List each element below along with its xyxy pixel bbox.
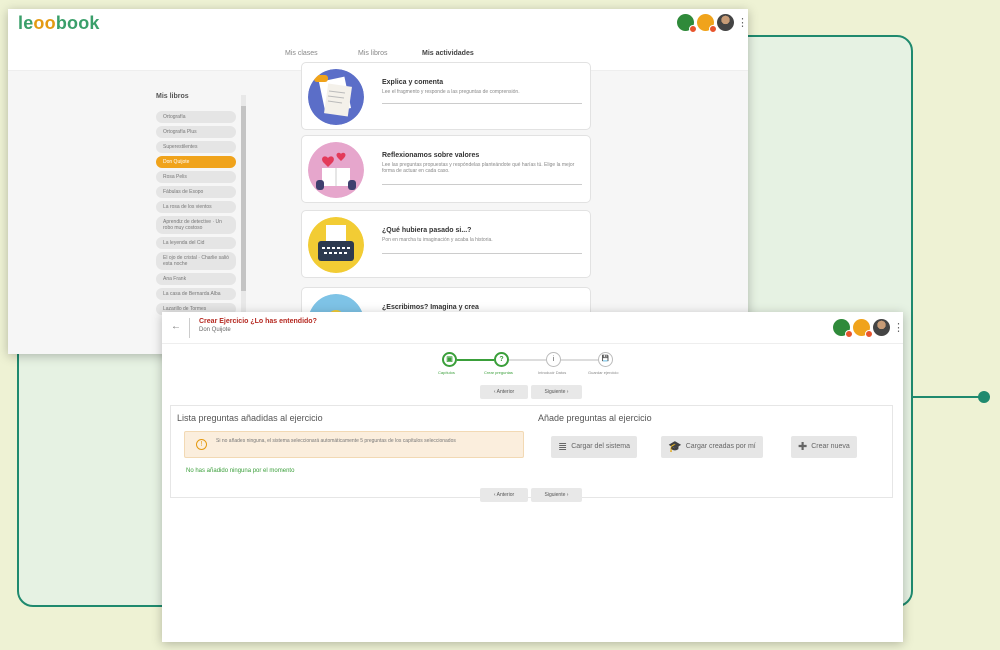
prev-button-bottom[interactable]: ‹ Anterior: [480, 488, 528, 502]
tab-mis-libros[interactable]: Mis libros: [358, 50, 388, 57]
book-item[interactable]: Fábulas de Esopo: [156, 186, 236, 198]
typewriter-illustration: [308, 217, 364, 273]
chevron-left-icon: ‹: [493, 389, 496, 395]
book-item[interactable]: Ana Frank: [156, 273, 236, 285]
activity-title: ¿Escribimos? Imagina y crea: [382, 304, 479, 311]
warning-box: ! Si no añades ninguna, el sistema selec…: [184, 431, 524, 458]
book-item[interactable]: Ortografía Plus: [156, 126, 236, 138]
connector-dot: [978, 391, 990, 403]
warning-icon: !: [196, 439, 207, 450]
page-title: Crear Ejercicio ¿Lo has entendido?: [199, 318, 317, 325]
book-item[interactable]: Superestilentes: [156, 141, 236, 153]
more-menu-icon[interactable]: ⋮: [893, 321, 903, 334]
book-item[interactable]: El ojo de cristal · Charlie salió esta n…: [156, 252, 236, 270]
chevron-left-icon: ‹: [493, 492, 496, 498]
activity-card-explica[interactable]: Explica y comenta Lee el fragmento y res…: [301, 62, 591, 130]
next-button-bottom[interactable]: Siguiente ›: [531, 488, 582, 502]
warning-text: Si no añades ninguna, el sistema selecci…: [216, 438, 456, 444]
graduation-cap-icon: 🎓: [668, 441, 682, 453]
notifications-icon[interactable]: [697, 14, 717, 33]
library-window: leoobook ⋮ Mis clases Mis libros Mis act…: [8, 9, 748, 354]
activity-desc: Lee las preguntas propuestas y respóndel…: [382, 162, 575, 174]
book-item[interactable]: Ortografía: [156, 111, 236, 123]
connector-line: [913, 396, 983, 398]
anade-title: Añade preguntas al ejercicio: [538, 413, 652, 423]
step-label: Guardar ejercicio: [588, 370, 619, 375]
database-icon: ≣: [558, 441, 568, 453]
cargar-sistema-button[interactable]: ≣ Cargar del sistema: [551, 436, 637, 458]
step-label: Capítulos: [438, 370, 455, 375]
plus-icon: ✚: [798, 441, 808, 453]
no-added-text: No has añadido ninguna por el momento: [186, 468, 295, 474]
step-guardar-icon[interactable]: 💾: [598, 352, 613, 367]
lista-title: Lista preguntas añadidas al ejercicio: [177, 413, 323, 423]
step-label: Introducir Datos: [538, 370, 567, 375]
messages-icon[interactable]: [677, 14, 697, 33]
more-menu-icon[interactable]: ⋮: [737, 16, 748, 29]
tab-mis-actividades[interactable]: Mis actividades: [422, 50, 474, 57]
activity-desc: Pon en marcha tu imaginación y acaba la …: [382, 237, 493, 243]
chevron-right-icon: ›: [566, 389, 569, 395]
back-arrow-icon[interactable]: ←: [171, 321, 181, 332]
chevron-right-icon: ›: [566, 492, 569, 498]
step-crear-preguntas-icon[interactable]: ?: [494, 352, 509, 367]
prev-button-top[interactable]: ‹ Anterior: [480, 385, 528, 399]
explica-illustration: [308, 69, 364, 125]
activity-title: Explica y comenta: [382, 79, 444, 86]
libros-title: Mis libros: [156, 93, 189, 100]
activity-desc: Lee el fragmento y responde a las pregun…: [382, 89, 520, 95]
notifications-icon[interactable]: [853, 319, 873, 338]
messages-icon[interactable]: [833, 319, 853, 338]
tab-mis-clases[interactable]: Mis clases: [285, 50, 318, 57]
app-header: leoobook ⋮: [8, 9, 748, 39]
step-label: Crear preguntas: [484, 370, 513, 375]
step-capitulos-icon[interactable]: ▣: [442, 352, 457, 367]
scroll-thumb[interactable]: [241, 106, 246, 291]
crear-ejercicio-window: ← Crear Ejercicio ¿Lo has entendido? Don…: [162, 312, 903, 642]
activity-title: ¿Qué hubiera pasado si...?: [382, 227, 472, 234]
leobook-logo[interactable]: leoobook: [18, 13, 100, 34]
activity-card-que-hubiera[interactable]: ¿Qué hubiera pasado si...? Pon en marcha…: [301, 210, 591, 278]
exercise-header: ← Crear Ejercicio ¿Lo has entendido? Don…: [162, 312, 903, 344]
crear-nueva-button[interactable]: ✚ Crear nueva: [791, 436, 857, 458]
book-item[interactable]: La rosa de los vientos: [156, 201, 236, 213]
book-item[interactable]: Aprendiz de detective · Un robo muy cost…: [156, 216, 236, 234]
book-list: Ortografía Ortografía Plus Superestilentes…: [156, 111, 236, 318]
book-item[interactable]: La casa de Bernarda Alba: [156, 288, 236, 300]
avatar[interactable]: [717, 14, 734, 31]
next-button-top[interactable]: Siguiente ›: [531, 385, 582, 399]
book-item[interactable]: La leyenda del Cid: [156, 237, 236, 249]
book-item[interactable]: Don Quijote: [156, 156, 236, 168]
book-item[interactable]: Rosa Pelis: [156, 171, 236, 183]
activity-card-reflexionamos[interactable]: Reflexionamos sobre valores Lee las preg…: [301, 135, 591, 203]
book-subtitle: Don Quijote: [199, 327, 231, 333]
step-introducir-datos-icon[interactable]: i: [546, 352, 561, 367]
avatar[interactable]: [873, 319, 890, 336]
activity-title: Reflexionamos sobre valores: [382, 152, 480, 159]
cargar-creadas-button[interactable]: 🎓 Cargar creadas por mí: [661, 436, 763, 458]
exercise-stepper: ▣ ? i 💾 Capítulos Crear preguntas Introd…: [438, 352, 632, 382]
reflexionamos-illustration: [308, 142, 364, 198]
